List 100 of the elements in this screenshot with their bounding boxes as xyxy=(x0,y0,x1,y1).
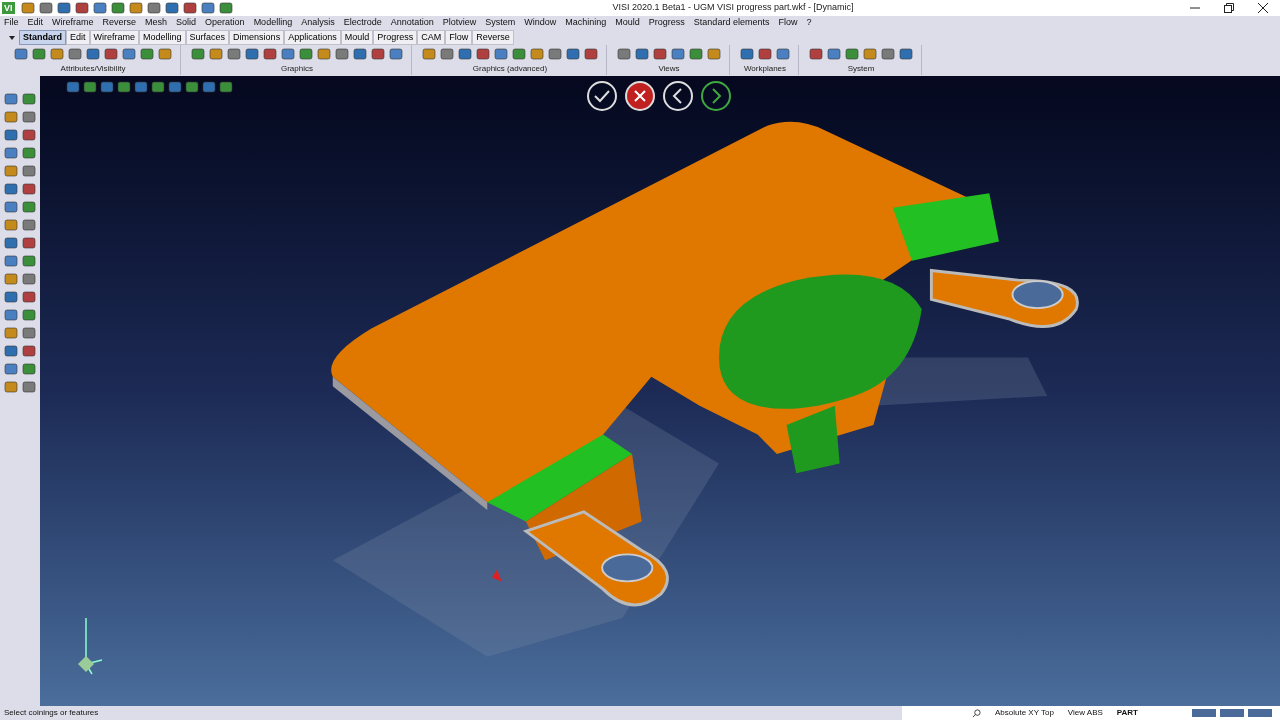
tool-icon[interactable] xyxy=(335,47,349,61)
tool-icon[interactable] xyxy=(422,47,436,61)
tool-icon[interactable] xyxy=(4,254,18,268)
ribbon-tab[interactable]: Mould xyxy=(340,29,374,46)
tool-icon[interactable] xyxy=(863,47,877,61)
confirm-icon[interactable] xyxy=(586,80,618,112)
3d-viewport[interactable] xyxy=(40,76,1280,706)
menu-item[interactable]: Electrode xyxy=(343,16,382,30)
tool-icon[interactable] xyxy=(56,1,71,15)
restore-icon[interactable] xyxy=(1224,3,1234,13)
tool-icon[interactable] xyxy=(281,47,295,61)
menu-item[interactable]: Progress xyxy=(648,16,685,30)
tool-icon[interactable] xyxy=(191,47,205,61)
tool-icon[interactable] xyxy=(22,164,36,178)
menu-item[interactable]: Solid xyxy=(176,16,197,30)
tool-icon[interactable] xyxy=(584,47,598,61)
tool-icon[interactable] xyxy=(22,362,36,376)
menu-item[interactable]: Plotview xyxy=(442,16,477,30)
tool-icon[interactable] xyxy=(22,380,36,394)
tool-icon[interactable] xyxy=(440,47,454,61)
tool-icon[interactable] xyxy=(22,308,36,322)
tool-icon[interactable] xyxy=(4,200,18,214)
tool-icon[interactable] xyxy=(548,47,562,61)
ribbon-tab[interactable]: Reverse xyxy=(472,29,514,46)
tool-icon[interactable] xyxy=(22,326,36,340)
tool-icon[interactable] xyxy=(458,47,472,61)
tool-icon[interactable] xyxy=(200,1,215,15)
tool-icon[interactable] xyxy=(653,47,667,61)
tool-icon[interactable] xyxy=(635,47,649,61)
tool-icon[interactable] xyxy=(140,47,154,61)
tool-icon[interactable] xyxy=(476,47,490,61)
tool-icon[interactable] xyxy=(4,110,18,124)
tool-icon[interactable] xyxy=(92,1,107,15)
tool-icon[interactable] xyxy=(707,47,721,61)
tool-icon[interactable] xyxy=(4,326,18,340)
ribbon-tab[interactable]: Applications xyxy=(284,29,341,46)
tool-icon[interactable] xyxy=(168,80,182,94)
tool-icon[interactable] xyxy=(4,128,18,142)
menu-item[interactable]: File xyxy=(4,16,19,30)
close-icon[interactable] xyxy=(1258,3,1268,13)
tool-icon[interactable] xyxy=(86,47,100,61)
tool-icon[interactable] xyxy=(83,80,97,94)
ribbon-tab[interactable]: Progress xyxy=(373,29,418,46)
tool-icon[interactable] xyxy=(4,92,18,106)
tool-icon[interactable] xyxy=(530,47,544,61)
tool-icon[interactable] xyxy=(881,47,895,61)
search-icon[interactable] xyxy=(971,708,981,718)
tool-icon[interactable] xyxy=(146,1,161,15)
tool-icon[interactable] xyxy=(899,47,913,61)
tool-icon[interactable] xyxy=(4,182,18,196)
tool-icon[interactable] xyxy=(164,1,179,15)
tool-icon[interactable] xyxy=(758,47,772,61)
tool-icon[interactable] xyxy=(776,47,790,61)
tool-icon[interactable] xyxy=(151,80,165,94)
tool-icon[interactable] xyxy=(353,47,367,61)
tool-icon[interactable] xyxy=(4,236,18,250)
ribbon-tab[interactable]: Surfaces xyxy=(185,29,230,46)
tool-icon[interactable] xyxy=(158,47,172,61)
tool-icon[interactable] xyxy=(202,80,216,94)
menu-item[interactable]: Modelling xyxy=(253,16,293,30)
tool-icon[interactable] xyxy=(22,146,36,160)
tool-icon[interactable] xyxy=(22,290,36,304)
dropdown-icon[interactable] xyxy=(8,33,16,42)
tool-icon[interactable] xyxy=(22,110,36,124)
tool-icon[interactable] xyxy=(38,1,53,15)
tool-icon[interactable] xyxy=(617,47,631,61)
tool-icon[interactable] xyxy=(74,1,89,15)
tool-icon[interactable] xyxy=(4,380,18,394)
tool-icon[interactable] xyxy=(494,47,508,61)
menu-item[interactable]: Operation xyxy=(205,16,245,30)
menu-item[interactable]: Mesh xyxy=(145,16,168,30)
menu-item[interactable]: Analysis xyxy=(301,16,335,30)
tool-icon[interactable] xyxy=(4,146,18,160)
tool-icon[interactable] xyxy=(317,47,331,61)
tool-icon[interactable] xyxy=(845,47,859,61)
menu-item[interactable]: ? xyxy=(806,16,812,30)
tool-icon[interactable] xyxy=(110,1,125,15)
tool-icon[interactable] xyxy=(4,164,18,178)
tool-icon[interactable] xyxy=(22,218,36,232)
forward-icon[interactable] xyxy=(700,80,732,112)
tool-icon[interactable] xyxy=(218,1,233,15)
tool-icon[interactable] xyxy=(827,47,841,61)
tool-icon[interactable] xyxy=(245,47,259,61)
tool-icon[interactable] xyxy=(20,1,35,15)
ribbon-tab[interactable]: Modelling xyxy=(139,29,186,46)
tool-icon[interactable] xyxy=(4,362,18,376)
tool-icon[interactable] xyxy=(104,47,118,61)
tool-icon[interactable] xyxy=(22,254,36,268)
tool-icon[interactable] xyxy=(22,272,36,286)
tool-icon[interactable] xyxy=(68,47,82,61)
ribbon-tab[interactable]: CAM xyxy=(417,29,446,46)
tool-icon[interactable] xyxy=(671,47,685,61)
tool-icon[interactable] xyxy=(22,344,36,358)
menu-item[interactable]: Wireframe xyxy=(52,16,94,30)
back-icon[interactable] xyxy=(662,80,694,112)
tool-icon[interactable] xyxy=(209,47,223,61)
menu-item[interactable]: Flow xyxy=(778,16,798,30)
tool-icon[interactable] xyxy=(389,47,403,61)
tool-icon[interactable] xyxy=(4,344,18,358)
tool-icon[interactable] xyxy=(371,47,385,61)
